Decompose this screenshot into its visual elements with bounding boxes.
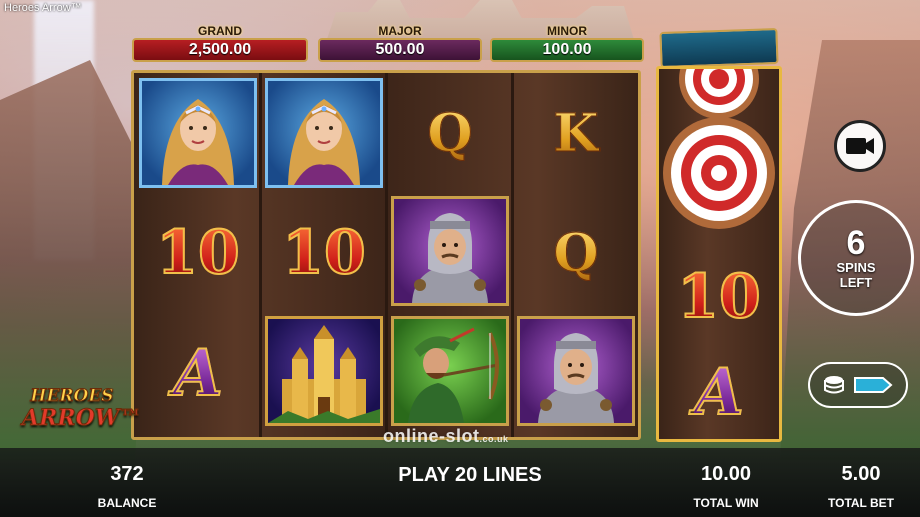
logo-line-2: ARROW™ — [22, 405, 143, 431]
balance-value: 372 — [110, 463, 144, 485]
jackpot-grand-label: GRAND — [198, 24, 242, 38]
free-spins-counter: 6 SPINS LEFT — [798, 200, 914, 316]
ten-symbol: 10 — [676, 261, 761, 333]
symbol-ace: A — [659, 347, 779, 437]
ace-symbol: A — [172, 335, 224, 412]
reel-grid: 10 A 10 Q K Q — [131, 70, 641, 440]
total-bet-value: 5.00 — [841, 463, 881, 485]
play-lines-button[interactable]: PLAY 20 LINES — [360, 464, 580, 487]
castle-icon — [268, 325, 380, 423]
coin-bet-button[interactable] — [808, 362, 908, 408]
symbol-queen: Q — [388, 75, 512, 191]
balance-stat: 372 BALANCE — [82, 462, 172, 512]
balance-label: BALANCE — [97, 496, 157, 510]
total-win-value: 10.00 — [700, 463, 752, 485]
jackpot-minor: 100.00 MINOR — [490, 24, 644, 66]
window-title: Heroes Arrow™ — [4, 2, 82, 14]
symbol-king: K — [514, 75, 638, 191]
spins-label-1: SPINS — [836, 260, 876, 275]
game-logo: HEROES ARROW™ — [22, 386, 143, 436]
camera-icon — [846, 138, 874, 154]
ten-symbol: 10 — [281, 217, 366, 289]
total-win-stat: 10.00 TOTAL WIN — [676, 462, 776, 512]
king-symbol: K — [553, 102, 599, 164]
watermark-suffix: .co.uk — [479, 434, 509, 444]
total-bet-label: TOTAL BET — [828, 496, 894, 510]
target-icon — [663, 117, 775, 229]
princess-icon — [162, 99, 234, 185]
spins-count: 6 — [846, 224, 866, 262]
ace-symbol: A — [693, 354, 745, 431]
jackpot-grand-value: 2,500.00 — [132, 38, 308, 62]
arrow-right-icon — [854, 377, 893, 393]
jackpot-major-label: MAJOR — [378, 24, 422, 38]
queen-symbol: Q — [427, 102, 473, 164]
ten-symbol: 10 — [155, 217, 240, 289]
jackpot-grand: 2,500.00 GRAND — [132, 24, 308, 66]
spins-label-2: LEFT — [839, 275, 873, 290]
side-reel: 10 A — [656, 66, 782, 442]
symbol-knight — [514, 313, 638, 429]
logo-line-1: HEROES — [30, 386, 114, 407]
symbol-princess — [136, 75, 260, 191]
camera-button[interactable] — [834, 120, 886, 172]
jackpot-minor-label: MINOR — [547, 24, 587, 38]
symbol-archer — [388, 313, 512, 429]
side-reel-header — [659, 27, 779, 69]
symbol-ten: 10 — [136, 195, 260, 311]
jackpot-major-value: 500.00 — [318, 38, 482, 62]
symbol-ten: 10 — [659, 239, 779, 355]
symbol-princess — [262, 75, 386, 191]
knight-icon — [538, 333, 614, 423]
watermark: online-slot.co.uk — [383, 426, 509, 447]
princess-icon — [288, 99, 360, 185]
coins-icon — [824, 376, 844, 394]
knight-icon — [412, 213, 488, 303]
jackpot-minor-value: 100.00 — [490, 38, 644, 62]
total-win-label: TOTAL WIN — [693, 496, 759, 510]
jackpot-major: 500.00 MAJOR — [318, 24, 482, 66]
symbol-ace: A — [136, 315, 260, 431]
symbol-queen: Q — [514, 195, 638, 311]
symbol-ten: 10 — [262, 195, 386, 311]
queen-symbol: Q — [553, 222, 599, 284]
archer-icon — [408, 327, 499, 423]
watermark-text: online-slot — [383, 426, 480, 446]
symbol-castle — [262, 313, 386, 429]
symbol-knight — [388, 193, 512, 309]
total-bet-stat[interactable]: 5.00 TOTAL BET — [816, 462, 906, 512]
bottom-bar: 372 BALANCE PLAY 20 LINES 10.00 TOTAL WI… — [0, 448, 920, 517]
